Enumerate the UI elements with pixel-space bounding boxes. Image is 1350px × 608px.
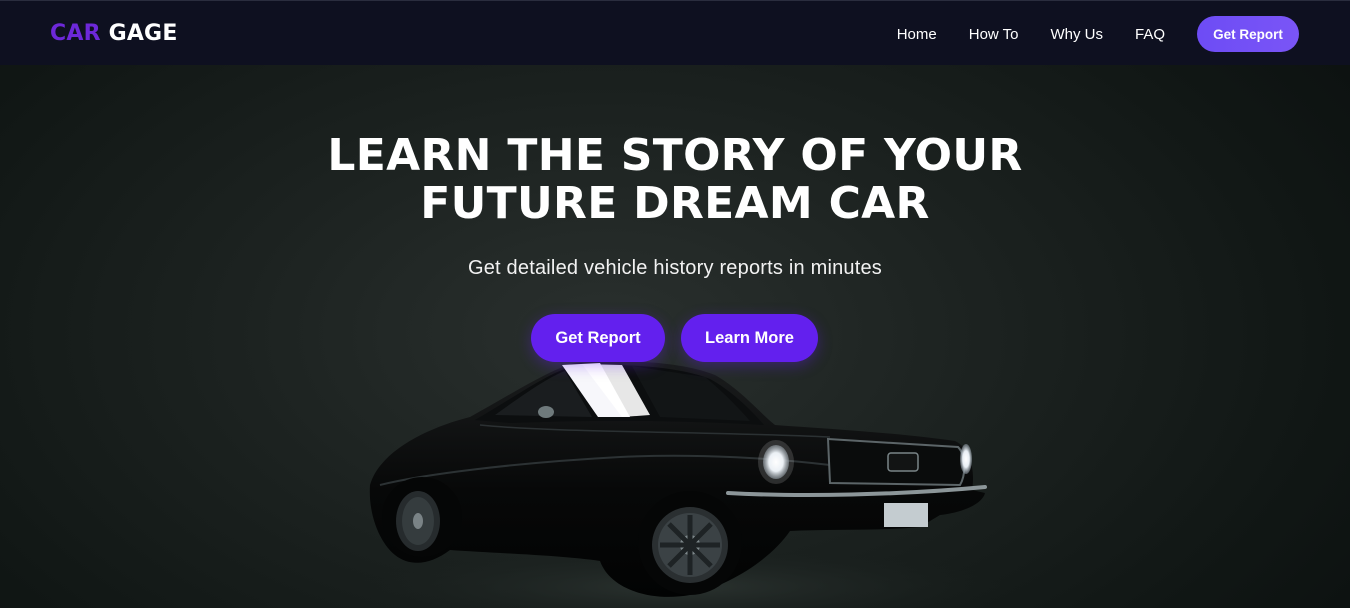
- logo-car-text: CAR: [50, 21, 101, 46]
- hero-buttons: Get Report Learn More: [531, 314, 818, 362]
- nav-home-link[interactable]: Home: [897, 26, 937, 43]
- hero-title: LEARN THE STORY OF YOUR FUTURE DREAM CAR: [0, 132, 1350, 228]
- learn-more-button[interactable]: Learn More: [681, 314, 818, 362]
- black-muscle-car-image: [360, 361, 1000, 608]
- logo-gage-text: GAGE: [108, 21, 178, 46]
- page: CAR GAGE Home How To Why Us FAQ Get Repo…: [0, 0, 1350, 608]
- nav-faq-link[interactable]: FAQ: [1135, 26, 1165, 43]
- nav-how-to-link[interactable]: How To: [969, 26, 1019, 43]
- nav-links: Home How To Why Us FAQ Get Report: [897, 16, 1299, 52]
- nav-why-us-link[interactable]: Why Us: [1050, 26, 1103, 43]
- hero-title-line-2: FUTURE DREAM CAR: [420, 178, 930, 229]
- hero-title-line-1: LEARN THE STORY OF YOUR: [327, 130, 1023, 181]
- get-report-button[interactable]: Get Report: [531, 314, 665, 362]
- nav-get-report-button[interactable]: Get Report: [1197, 16, 1299, 52]
- logo[interactable]: CAR GAGE: [50, 21, 178, 46]
- navbar: CAR GAGE Home How To Why Us FAQ Get Repo…: [0, 0, 1350, 65]
- hero-subtitle: Get detailed vehicle history reports in …: [467, 257, 883, 279]
